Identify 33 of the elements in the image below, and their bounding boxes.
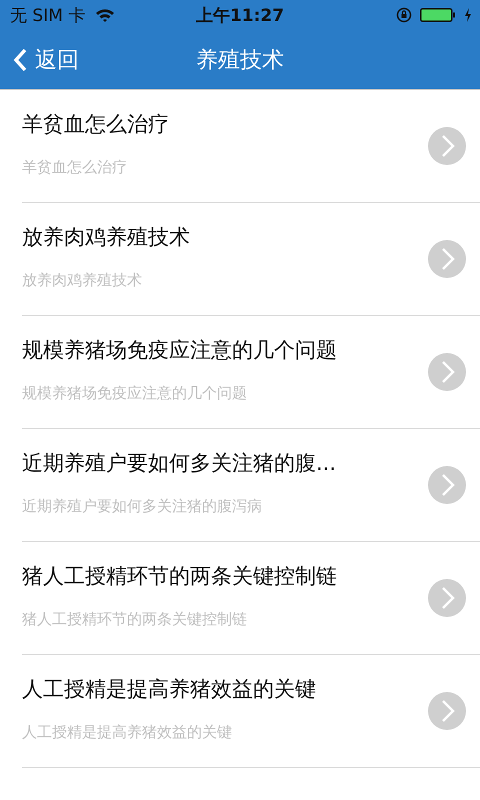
- list-item[interactable]: 规模养猪场免疫应注意的几个问题 规模养猪场免疫应注意的几个问题: [22, 316, 480, 429]
- list-item[interactable]: 放养肉鸡养殖技术 放养肉鸡养殖技术: [22, 203, 480, 316]
- item-subtitle: 放养肉鸡养殖技术: [22, 270, 143, 290]
- list-item[interactable]: 羊贫血怎么治疗 羊贫血怎么治疗: [22, 90, 480, 203]
- item-subtitle: 人工授精是提高养猪效益的关键: [22, 722, 233, 742]
- wifi-icon: [95, 8, 116, 22]
- item-title: 猪人工授精环节的两条关键控制链: [22, 562, 337, 590]
- chevron-left-icon: [13, 48, 27, 72]
- item-subtitle: 羊贫血怎么治疗: [22, 158, 128, 176]
- chevron-right-icon: [428, 579, 466, 617]
- rotation-lock-icon: [396, 7, 412, 23]
- item-title: 放养肉鸡养殖技术: [22, 224, 190, 250]
- chevron-right-icon: [428, 353, 466, 391]
- back-button[interactable]: 返回: [0, 44, 79, 74]
- clock-time: 上午11:27: [196, 4, 284, 26]
- item-subtitle: 规模养猪场免疫应注意的几个问题: [22, 384, 248, 402]
- list-item[interactable]: 近期养殖户要如何多关注猪的腹... 近期养殖户要如何多关注猪的腹泻病: [22, 429, 480, 542]
- item-title: 人工授精是提高养猪效益的关键: [22, 676, 316, 702]
- list-item[interactable]: 人工授精是提高养猪效益的关键 人工授精是提高养猪效益的关键: [22, 655, 480, 768]
- item-subtitle: 近期养殖户要如何多关注猪的腹泻病: [22, 496, 263, 516]
- chevron-right-icon: [428, 127, 466, 165]
- carrier-label: 无 SIM 卡: [10, 4, 86, 26]
- charging-icon: [464, 8, 472, 22]
- item-title: 规模养猪场免疫应注意的几个问题: [22, 336, 337, 364]
- screen-title: 养殖技术: [196, 46, 284, 74]
- item-subtitle: 猪人工授精环节的两条关键控制链: [22, 610, 248, 628]
- item-title: 近期养殖户要如何多关注猪的腹...: [22, 450, 336, 476]
- item-title: 羊贫血怎么治疗: [22, 110, 169, 138]
- chevron-right-icon: [428, 240, 466, 278]
- chevron-right-icon: [428, 692, 466, 730]
- list-item[interactable]: 猪人工授精环节的两条关键控制链 猪人工授精环节的两条关键控制链: [22, 542, 480, 655]
- chevron-right-icon: [428, 466, 466, 504]
- battery-icon: [420, 8, 456, 22]
